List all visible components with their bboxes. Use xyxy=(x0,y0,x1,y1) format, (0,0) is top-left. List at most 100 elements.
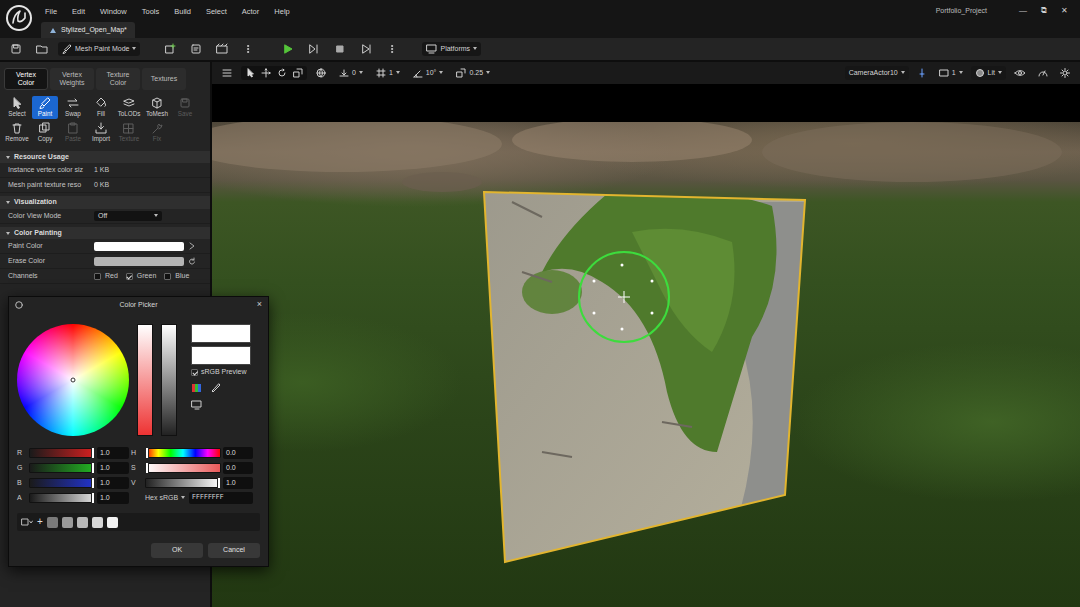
checkbox[interactable] xyxy=(191,369,198,376)
content-browser-button[interactable] xyxy=(32,41,52,57)
settings-button[interactable] xyxy=(1056,66,1074,80)
slider-handle[interactable] xyxy=(218,478,220,488)
move-icon[interactable] xyxy=(261,68,271,78)
hsv-slider[interactable] xyxy=(145,448,221,458)
palette-swatch[interactable] xyxy=(77,517,88,528)
tool-button[interactable]: Copy xyxy=(32,121,58,144)
checkbox[interactable] xyxy=(164,273,171,280)
checkbox[interactable] xyxy=(126,273,133,280)
tool-button[interactable]: Select xyxy=(4,96,30,119)
window-control-button[interactable]: — xyxy=(1019,6,1027,16)
value-bar[interactable] xyxy=(161,324,177,436)
coordinate-space-button[interactable] xyxy=(312,66,330,80)
slider-handle[interactable] xyxy=(92,463,94,473)
channel-checkbox[interactable]: Red xyxy=(94,272,118,280)
performance-dropdown[interactable] xyxy=(1034,66,1052,80)
mode-tab[interactable]: Vertex Color xyxy=(4,68,48,90)
menu-item[interactable]: Build xyxy=(174,7,191,16)
hsv-slider[interactable] xyxy=(145,478,221,488)
arrow-icon[interactable] xyxy=(188,242,196,250)
layout-dropdown[interactable]: 1 xyxy=(935,66,967,80)
channel-slider[interactable] xyxy=(29,463,95,473)
platforms-dropdown[interactable]: Platforms xyxy=(422,42,481,56)
eyedropper-icon[interactable] xyxy=(211,383,221,393)
stop-button[interactable] xyxy=(330,41,350,57)
channel-value-field[interactable]: 1.0 xyxy=(97,447,129,459)
window-control-button[interactable]: ⧉ xyxy=(1041,6,1047,16)
color-wheel[interactable] xyxy=(17,324,129,436)
screen-picker-icon[interactable] xyxy=(191,400,203,410)
channel-value-field[interactable]: 1.0 xyxy=(97,492,129,504)
checkbox[interactable] xyxy=(94,273,101,280)
menu-item[interactable]: Select xyxy=(206,7,227,16)
channel-checkbox[interactable]: Blue xyxy=(164,272,189,280)
slider-handle[interactable] xyxy=(146,448,148,458)
color-swatch[interactable] xyxy=(94,257,184,266)
mode-dropdown[interactable]: Mesh Paint Mode xyxy=(58,42,140,56)
tool-button[interactable]: Swap xyxy=(60,96,86,119)
palette-swatch[interactable] xyxy=(62,517,73,528)
tool-button[interactable]: Fill xyxy=(88,96,114,119)
tool-button[interactable]: ToMesh xyxy=(144,96,170,119)
snap-dropdown[interactable]: 10° xyxy=(409,66,448,80)
select-icon[interactable] xyxy=(245,68,255,78)
more-button[interactable] xyxy=(238,41,258,57)
show-dropdown[interactable] xyxy=(1010,66,1030,80)
palette-swatch[interactable] xyxy=(92,517,103,528)
slider-handle[interactable] xyxy=(92,493,94,503)
step-button[interactable] xyxy=(304,41,324,57)
snap-dropdown[interactable]: 0 xyxy=(335,66,367,80)
hex-mode-dropdown[interactable]: Hex sRGB xyxy=(145,494,185,502)
mode-tab[interactable]: Texture Color xyxy=(96,68,140,90)
add-actor-button[interactable] xyxy=(160,41,180,57)
color-theme-icon[interactable] xyxy=(191,383,203,393)
slider-handle[interactable] xyxy=(146,463,148,473)
channel-slider[interactable] xyxy=(29,478,95,488)
channel-slider[interactable] xyxy=(29,493,95,503)
tool-button[interactable]: ToLODs xyxy=(116,96,142,119)
menu-item[interactable]: Edit xyxy=(72,7,85,16)
reset-icon[interactable] xyxy=(188,257,196,265)
add-color-button[interactable]: + xyxy=(37,516,43,528)
view-mode-dropdown[interactable]: Lit xyxy=(971,66,1006,80)
snap-dropdown[interactable]: 0.25 xyxy=(452,66,494,80)
channel-value-field[interactable]: 1.0 xyxy=(97,462,129,474)
hsv-value-field[interactable]: 1.0 xyxy=(223,477,253,489)
menu-item[interactable]: Tools xyxy=(142,7,160,16)
hsv-value-field[interactable]: 0.0 xyxy=(223,447,253,459)
section-header[interactable]: Resource Usage xyxy=(0,151,210,163)
snap-dropdown[interactable]: 1 xyxy=(372,66,404,80)
window-control-button[interactable]: ✕ xyxy=(1061,6,1068,16)
cinematics-button[interactable] xyxy=(212,41,232,57)
close-button[interactable]: × xyxy=(257,299,262,310)
blueprint-button[interactable] xyxy=(186,41,206,57)
pilot-button[interactable] xyxy=(913,66,931,80)
menu-item[interactable]: Actor xyxy=(242,7,260,16)
saturation-bar[interactable] xyxy=(137,324,153,436)
eject-button[interactable] xyxy=(356,41,376,57)
menu-item[interactable]: Window xyxy=(100,7,127,16)
channel-slider[interactable] xyxy=(29,448,95,458)
palette-swatch[interactable] xyxy=(107,517,118,528)
dialog-button[interactable]: OK xyxy=(151,543,203,558)
property-dropdown[interactable]: Off xyxy=(94,211,162,221)
menu-item[interactable]: Help xyxy=(274,7,289,16)
hsv-value-field[interactable]: 0.0 xyxy=(223,462,253,474)
save-button[interactable] xyxy=(6,41,26,57)
rotate-icon[interactable] xyxy=(277,68,287,78)
mode-tab[interactable]: Vertex Weights xyxy=(50,68,94,90)
mode-tab[interactable]: Textures xyxy=(142,68,186,90)
document-tab[interactable]: Stylized_Open_Map* xyxy=(41,22,135,38)
scene-view[interactable] xyxy=(212,122,1080,607)
wheel-marker[interactable] xyxy=(71,378,76,383)
srgb-preview-checkbox[interactable]: sRGB Preview xyxy=(191,368,251,376)
slider-handle[interactable] xyxy=(92,478,94,488)
section-header[interactable]: Color Painting xyxy=(0,227,210,239)
hsv-slider[interactable] xyxy=(145,463,221,473)
channel-value-field[interactable]: 1.0 xyxy=(97,477,129,489)
channel-checkbox[interactable]: Green xyxy=(126,272,156,280)
tool-button[interactable]: Import xyxy=(88,121,114,144)
tool-button[interactable]: Remove xyxy=(4,121,30,144)
scale-icon[interactable] xyxy=(293,68,303,78)
more-button[interactable] xyxy=(382,41,402,57)
